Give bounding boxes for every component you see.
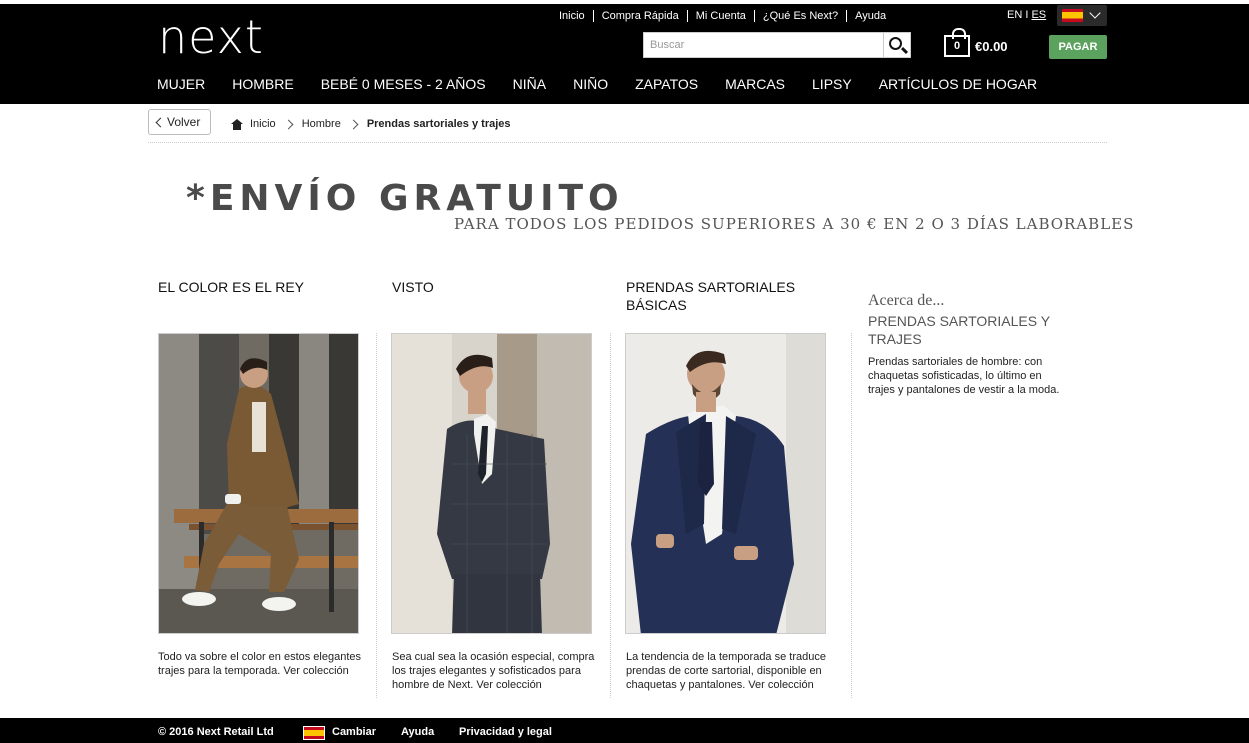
- nav-lipsy[interactable]: LIPSY: [812, 76, 852, 96]
- bag-total: €0.00: [975, 39, 1008, 54]
- about-kicker: Acerca de...: [868, 292, 945, 309]
- nav-bebe[interactable]: BEBÉ 0 MESES - 2 AÑOS: [321, 76, 486, 96]
- search-button[interactable]: [883, 32, 911, 58]
- link-compra-rapida[interactable]: Compra Rápida: [592, 10, 687, 22]
- column-separator: [376, 333, 377, 698]
- next-logo[interactable]: next: [158, 14, 264, 60]
- language-switch: EN I ES: [1007, 9, 1046, 21]
- search-icon-handle: [900, 46, 909, 55]
- nav-marcas[interactable]: MARCAS: [725, 76, 785, 96]
- page: next Inicio Compra Rápida Mi Cuenta ¿Qué…: [0, 0, 1249, 743]
- breadcrumb-hombre[interactable]: Hombre: [302, 118, 341, 130]
- breadcrumb: Inicio Hombre Prendas sartoriales y traj…: [231, 117, 511, 131]
- chevron-left-icon: [155, 117, 166, 128]
- chevron-down-icon: [1089, 7, 1101, 19]
- search-input[interactable]: [643, 32, 884, 58]
- chevron-right-icon: [348, 119, 359, 129]
- link-mi-cuenta[interactable]: Mi Cuenta: [686, 10, 754, 22]
- footer-change-country[interactable]: Cambiar: [332, 726, 376, 738]
- column-description-color: Todo va sobre el color en estos elegante…: [158, 651, 362, 677]
- link-que-es-next[interactable]: ¿Qué Es Next?: [753, 10, 846, 22]
- product-image-navy-suit[interactable]: [625, 333, 826, 634]
- footer-help[interactable]: Ayuda: [401, 726, 434, 738]
- column-title-color[interactable]: EL COLOR ES EL REY: [158, 278, 358, 296]
- copyright: © 2016 Next Retail Ltd: [158, 726, 274, 738]
- divider: [148, 142, 1107, 143]
- nav-nina[interactable]: NIÑA: [513, 76, 546, 96]
- link-inicio[interactable]: Inicio: [551, 10, 593, 22]
- back-label: Volver: [167, 115, 201, 129]
- top-edge: [0, 0, 1249, 4]
- footer-privacy[interactable]: Privacidad y legal: [459, 726, 552, 738]
- nav-mujer[interactable]: MUJER: [157, 76, 205, 96]
- utility-links: Inicio Compra Rápida Mi Cuenta ¿Qué Es N…: [551, 9, 894, 23]
- spain-flag-icon: [1062, 9, 1083, 22]
- free-shipping-headline[interactable]: *ENVÍO GRATUITO: [186, 178, 624, 219]
- main-nav: MUJER HOMBRE BEBÉ 0 MESES - 2 AÑOS NIÑA …: [157, 76, 1064, 96]
- product-image-brown-suit[interactable]: [158, 333, 359, 634]
- nav-nino[interactable]: NIÑO: [573, 76, 608, 96]
- product-image-check-suit[interactable]: [391, 333, 592, 634]
- column-description-basicas: La tendencia de la temporada se traduce …: [626, 651, 826, 691]
- lang-separator: I: [1025, 9, 1029, 21]
- breadcrumb-current: Prendas sartoriales y trajes: [366, 118, 511, 130]
- nav-zapatos[interactable]: ZAPATOS: [635, 76, 698, 96]
- spain-flag-icon: [303, 726, 325, 740]
- lang-en[interactable]: EN: [1007, 9, 1022, 21]
- check-suit-photo: [392, 334, 591, 633]
- about-title: PRENDAS SARTORIALES Y TRAJES: [868, 313, 1050, 347]
- country-selector[interactable]: [1057, 5, 1107, 26]
- home-icon: [231, 118, 243, 130]
- bag-count: 0: [953, 40, 961, 52]
- link-ayuda[interactable]: Ayuda: [846, 10, 894, 22]
- site-footer: © 2016 Next Retail Ltd Cambiar Ayuda Pri…: [0, 718, 1249, 743]
- column-separator: [610, 333, 611, 698]
- chevron-right-icon: [283, 119, 294, 129]
- checkout-button[interactable]: PAGAR: [1049, 35, 1107, 59]
- nav-articulos-hogar[interactable]: ARTÍCULOS DE HOGAR: [879, 76, 1037, 96]
- column-title-basicas[interactable]: PRENDAS SARTORIALES BÁSICAS: [626, 278, 826, 314]
- column-title-visto[interactable]: VISTO: [392, 278, 592, 296]
- brown-suit-photo: [159, 334, 358, 633]
- back-button[interactable]: Volver: [148, 109, 211, 135]
- column-description-visto: Sea cual sea la ocasión especial, compra…: [392, 651, 595, 691]
- column-separator: [851, 333, 852, 698]
- nav-hombre[interactable]: HOMBRE: [232, 76, 293, 96]
- site-header: next Inicio Compra Rápida Mi Cuenta ¿Qué…: [0, 0, 1249, 104]
- free-shipping-subline: PARA TODOS LOS PEDIDOS SUPERIORES A 30 €…: [454, 215, 1135, 233]
- breadcrumb-inicio[interactable]: Inicio: [250, 118, 276, 130]
- navy-suit-photo: [626, 334, 825, 633]
- shopping-bag-icon[interactable]: 0: [944, 28, 970, 57]
- lang-es[interactable]: ES: [1031, 9, 1046, 21]
- about-text: Prendas sartoriales de hombre: con chaqu…: [868, 356, 1060, 396]
